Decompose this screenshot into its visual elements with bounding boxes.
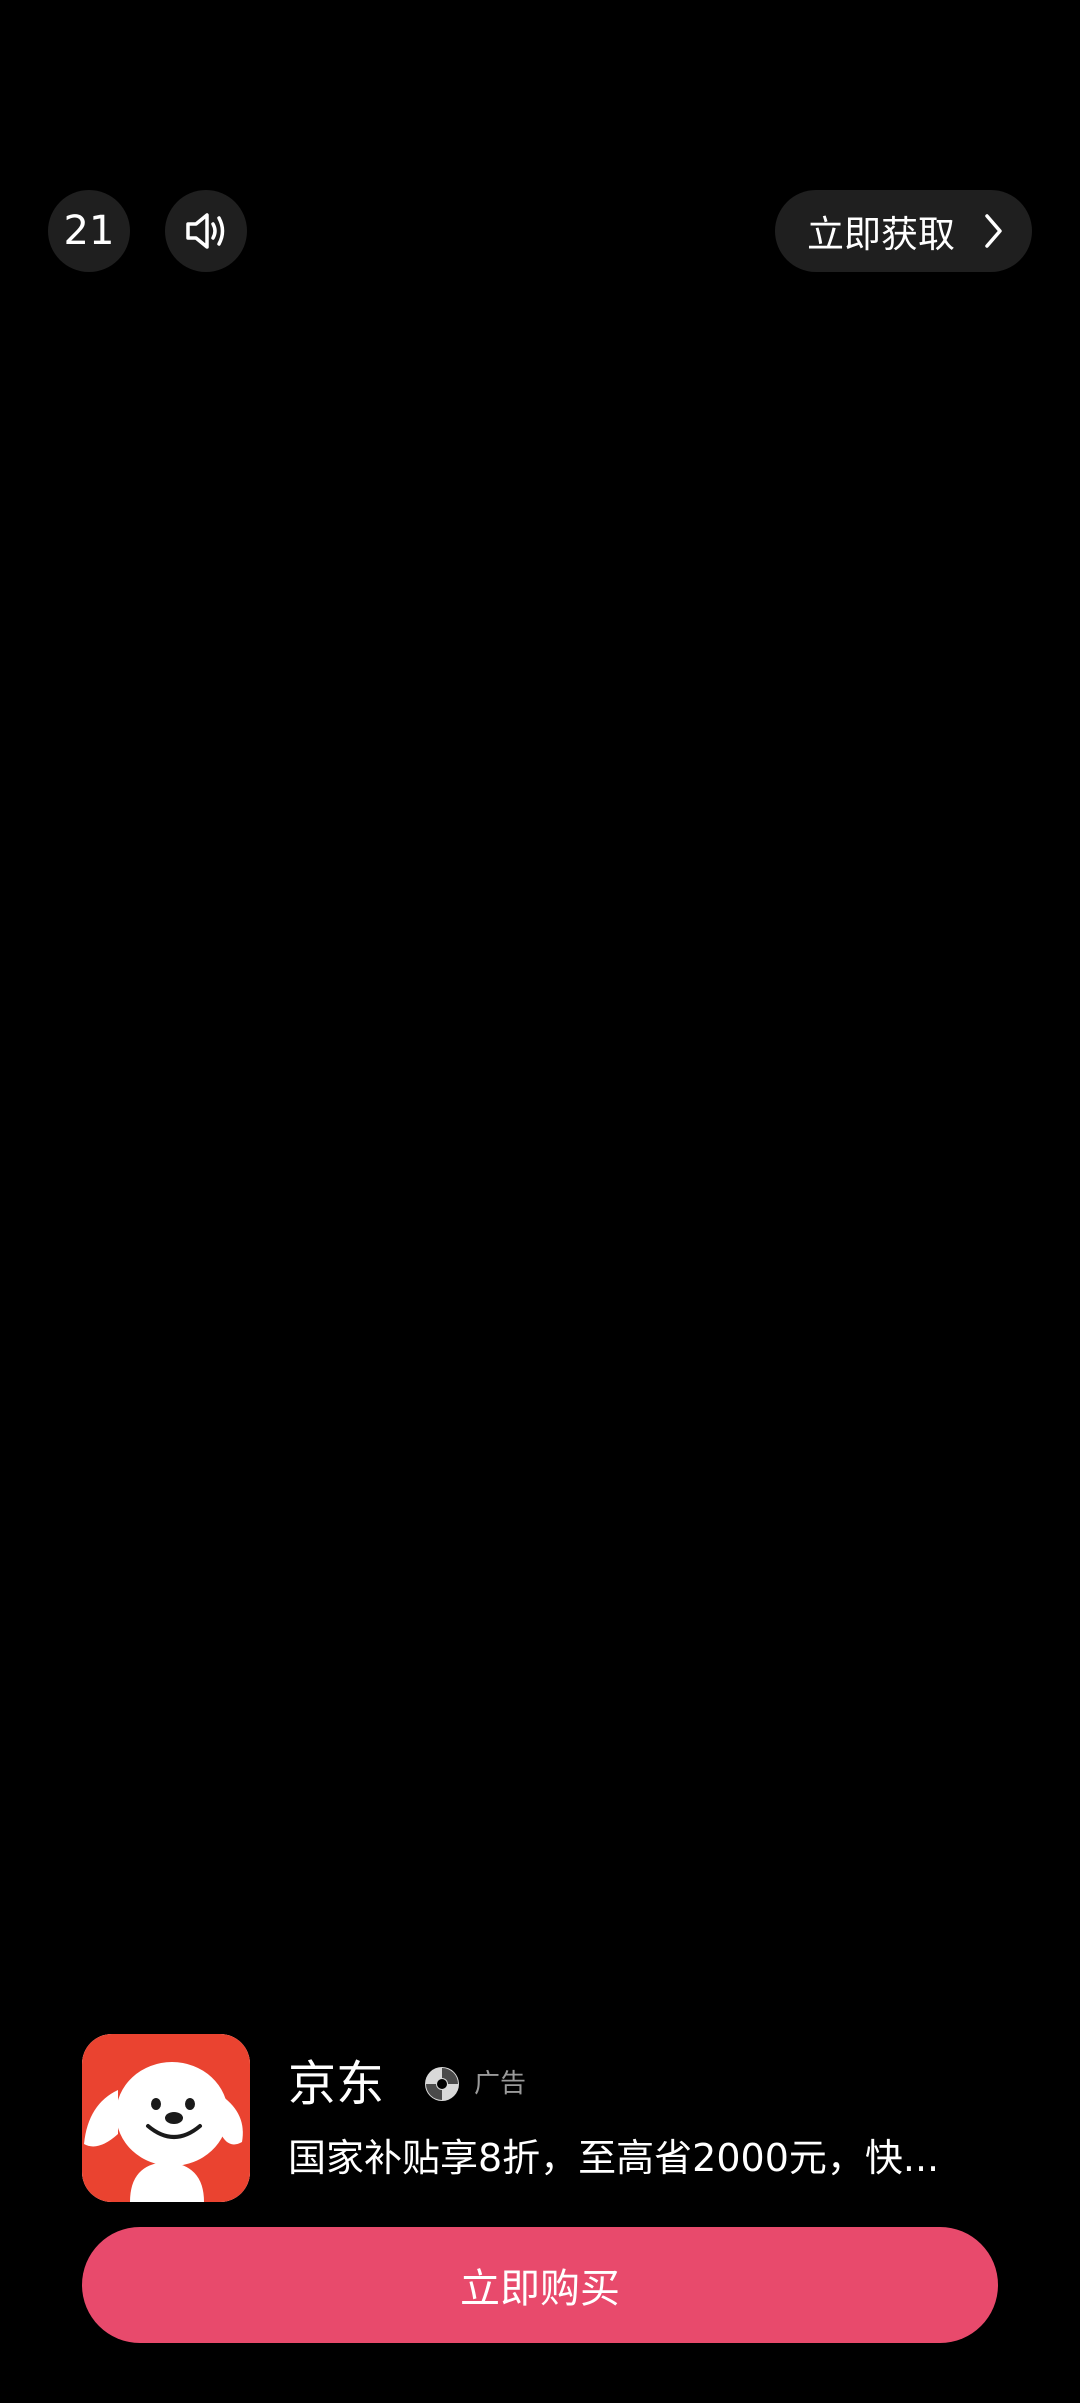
sound-toggle-button[interactable] [165, 190, 247, 272]
app-name[interactable]: 京东 [288, 2052, 384, 2116]
speaker-on-icon [186, 213, 225, 249]
ad-label: 广告 [474, 2069, 527, 2099]
chevron-right-icon [985, 214, 1002, 248]
jd-mascot-dog-icon [82, 2034, 250, 2202]
app-icon[interactable] [82, 2034, 250, 2202]
get-now-button[interactable]: 立即获取 [775, 190, 1032, 272]
get-now-label: 立即获取 [807, 213, 955, 256]
buy-now-label: 立即购买 [460, 2266, 620, 2312]
ad-network-logo-icon [425, 2067, 459, 2101]
countdown-timer[interactable]: 21 [48, 190, 130, 272]
buy-now-button[interactable]: 立即购买 [82, 2227, 998, 2343]
ad-description[interactable]: 国家补贴享8折，至高省2000元，快... [288, 2130, 988, 2186]
countdown-value: 21 [63, 208, 115, 254]
